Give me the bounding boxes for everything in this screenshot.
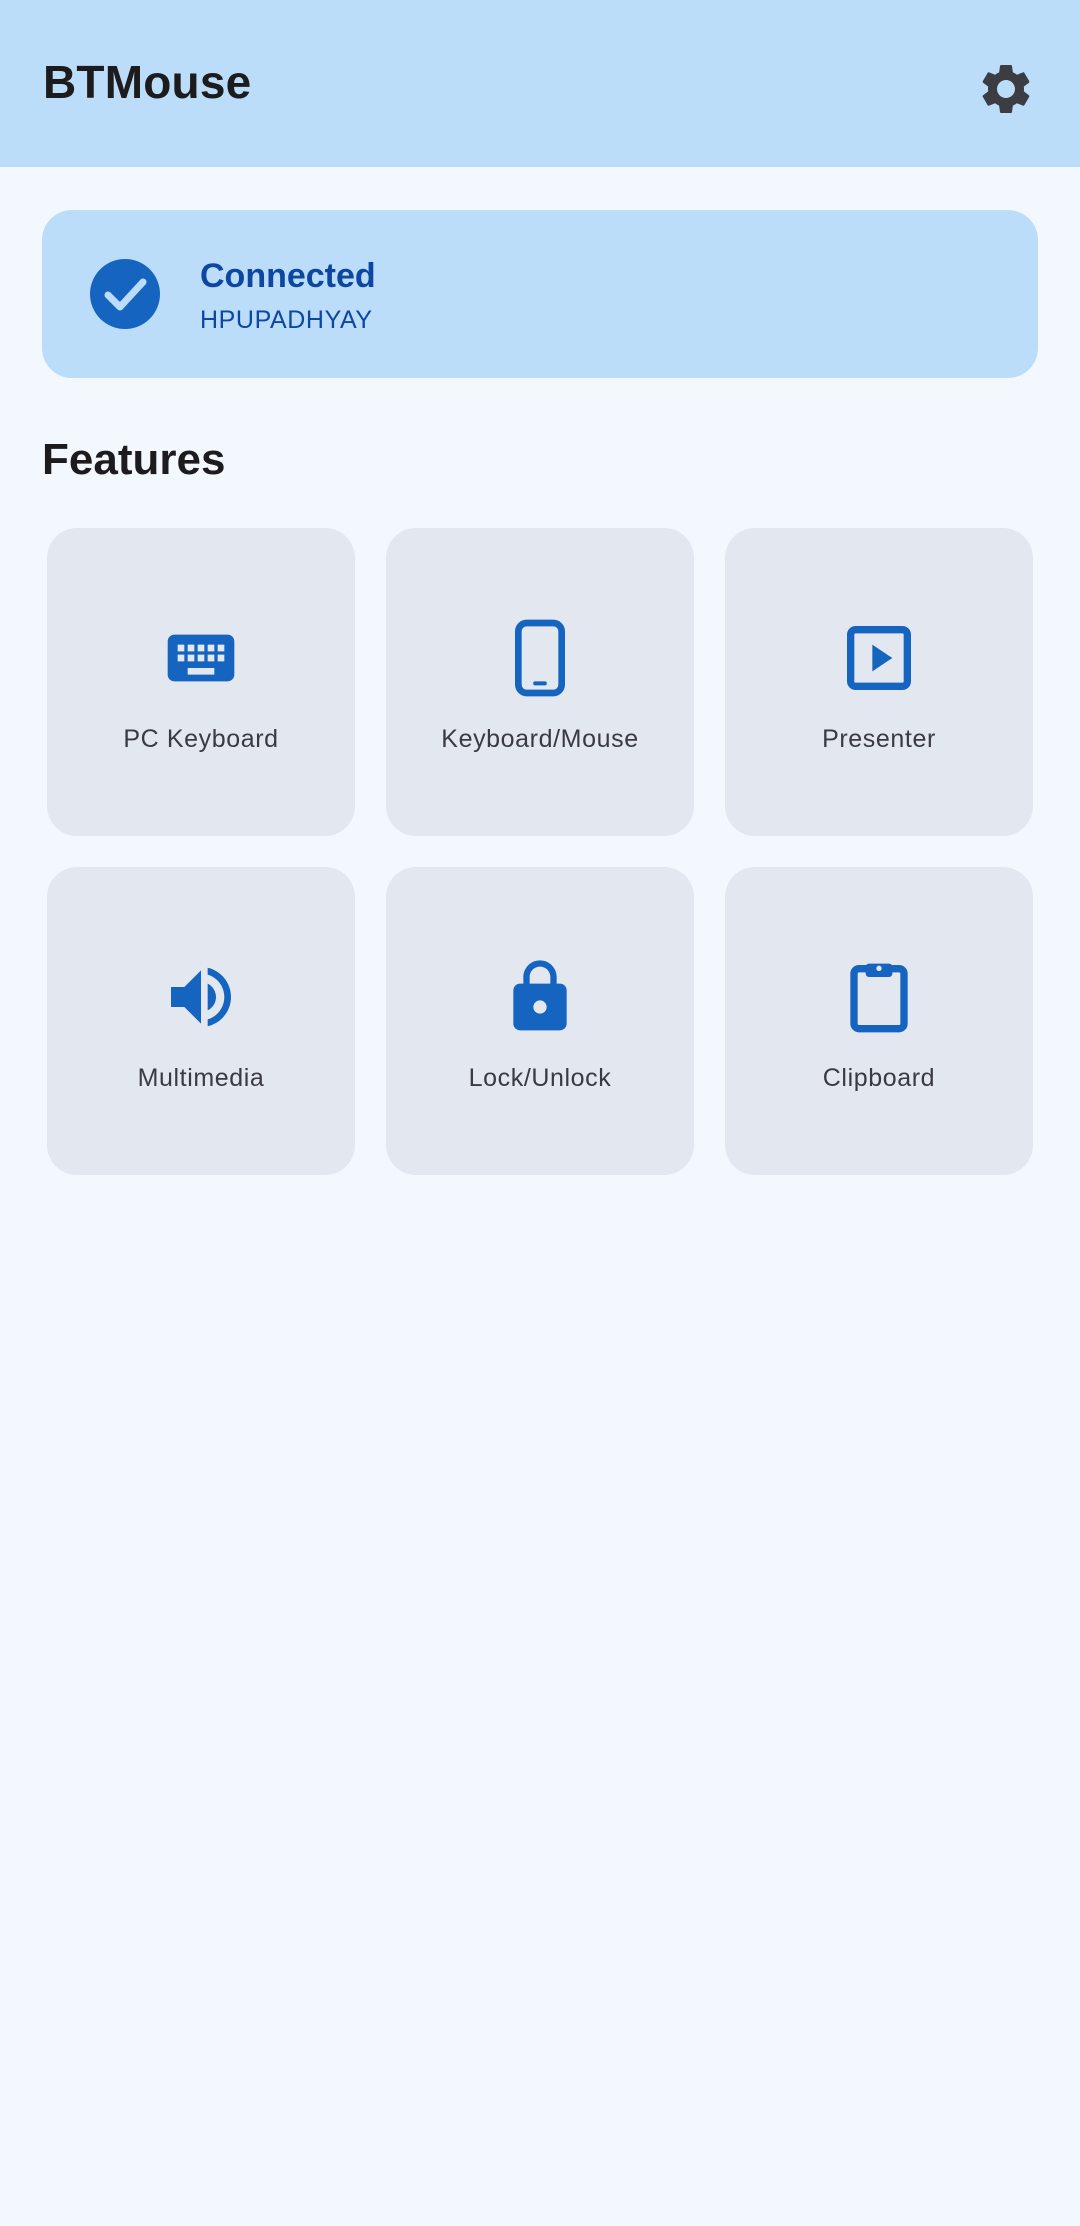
keyboard-icon [167, 634, 235, 682]
volume-icon [171, 967, 231, 1027]
clipboard-icon [850, 963, 908, 1033]
feature-tile-multimedia[interactable]: Multimedia [47, 867, 355, 1175]
feature-tile-keyboard-mouse[interactable]: Keyboard/Mouse [386, 528, 694, 836]
features-heading: Features [42, 435, 226, 484]
settings-button[interactable] [970, 53, 1042, 125]
smartphone-icon [515, 619, 565, 697]
connection-status-title: Connected [200, 257, 376, 295]
feature-tile-presenter[interactable]: Presenter [725, 528, 1033, 836]
feature-tile-label: Keyboard/Mouse [441, 725, 639, 753]
slideshow-play-icon [847, 626, 911, 690]
status-indicator [90, 259, 160, 329]
connection-status-card: Connected HPUPADHYAY [42, 210, 1038, 378]
feature-tile-label: Clipboard [822, 1064, 936, 1092]
feature-tile-clipboard[interactable]: Clipboard [725, 867, 1033, 1175]
app-bar: BTMouse [0, 0, 1080, 167]
feature-tile-label: Presenter [822, 725, 936, 753]
connected-device-name: HPUPADHYAY [200, 306, 373, 334]
feature-tile-pc-keyboard[interactable]: PC Keyboard [47, 528, 355, 836]
gear-icon [982, 64, 1030, 113]
check-circle-icon [90, 259, 160, 329]
feature-tile-lock-unlock[interactable]: Lock/Unlock [386, 867, 694, 1175]
feature-tile-label: PC Keyboard [123, 725, 279, 753]
app-title: BTMouse [43, 56, 252, 108]
feature-tile-label: Multimedia [137, 1064, 265, 1092]
feature-tile-label: Lock/Unlock [468, 1064, 612, 1092]
lock-icon [513, 960, 567, 1031]
